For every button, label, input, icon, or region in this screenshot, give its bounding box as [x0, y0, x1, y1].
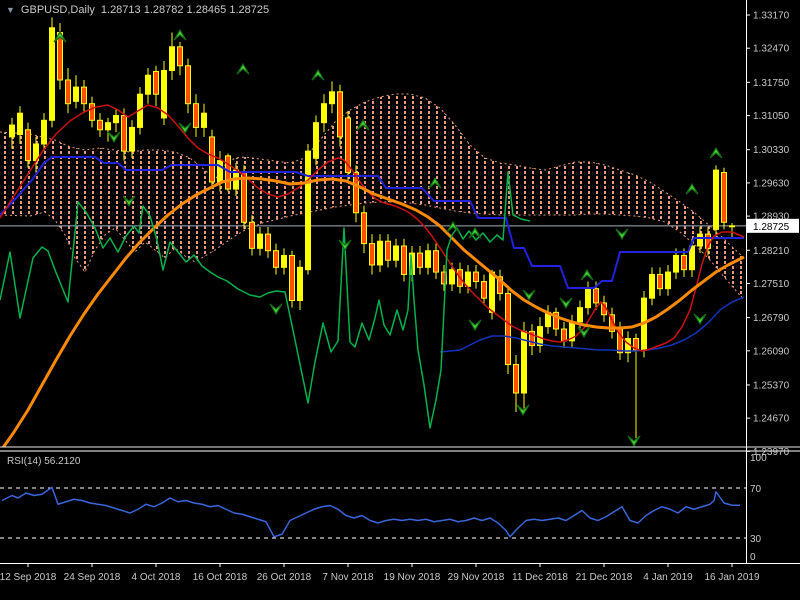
date-tick-label: 7 Nov 2018: [322, 572, 374, 583]
price-tick-label: 1.28210: [753, 246, 790, 257]
date-tick-label: 24 Sep 2018: [64, 572, 121, 583]
price-tick-label: 1.33170: [753, 11, 790, 22]
axes: [0, 0, 800, 564]
price-tick-label: 1.29630: [753, 178, 790, 189]
date-tick-label: 21 Dec 2018: [576, 572, 633, 583]
title-symbol: GBPUSD,Daily: [21, 4, 95, 16]
date-tick-label: 16 Oct 2018: [193, 572, 248, 583]
rsi-indicator-label: RSI(14) 56.2120: [7, 456, 80, 467]
price-tick-label: 1.25370: [753, 380, 790, 391]
up-arrow-icon: [581, 270, 593, 280]
up-arrow-icon: [237, 64, 249, 74]
svg-text:30: 30: [750, 534, 762, 545]
date-tick-label: 19 Nov 2018: [384, 572, 441, 583]
down-arrow-icon: [560, 298, 572, 308]
date-tick-label: 16 Jan 2019: [704, 572, 759, 583]
price-tick-label: 1.30330: [753, 145, 790, 156]
down-arrow-icon: [694, 314, 706, 324]
date-tick-label: 29 Nov 2018: [448, 572, 505, 583]
price-tick-label: 1.31750: [753, 78, 790, 89]
rsi-line: [2, 487, 740, 536]
date-tick-label: 12 Sep 2018: [0, 572, 57, 583]
svg-text:70: 70: [750, 484, 762, 495]
price-tick-label: 1.23970: [753, 447, 790, 458]
title-ohlc-values: 1.28713 1.28782 1.28465 1.28725: [101, 4, 269, 16]
down-arrow-icon: [517, 405, 529, 415]
svg-text:0: 0: [750, 552, 756, 563]
price-tick-label: 1.31050: [753, 111, 790, 122]
down-arrow-icon: [108, 132, 120, 142]
price-tick-label: 1.26090: [753, 346, 790, 357]
date-axis-labels[interactable]: 12 Sep 2018 24 Sep 2018 4 Oct 2018 16 Oct 2…: [0, 563, 760, 583]
up-arrow-icon: [312, 70, 324, 80]
down-arrow-icon: [523, 290, 535, 300]
mt4-chart-window: 10070300 1.331701.324701.317501.310501.3…: [0, 0, 800, 600]
up-arrow-icon: [174, 30, 186, 40]
date-tick-label: 11 Dec 2018: [512, 572, 568, 583]
up-arrow-icon: [447, 222, 459, 232]
chart-canvas[interactable]: 10070300 1.331701.324701.317501.310501.3…: [0, 0, 800, 600]
down-arrow-icon: [616, 229, 628, 239]
price-tick-label: 1.27510: [753, 279, 790, 290]
down-arrow-icon: [628, 436, 640, 446]
up-arrow-icon: [710, 148, 722, 158]
down-arrow-icon: [179, 123, 191, 133]
date-tick-label: 4 Oct 2018: [132, 572, 181, 583]
date-tick-label: 4 Jan 2019: [643, 572, 693, 583]
down-arrow-icon: [270, 304, 282, 314]
price-tick-label: 1.24670: [753, 414, 790, 425]
down-triangle-icon[interactable]: ▼: [6, 5, 15, 15]
price-axis-labels[interactable]: 1.33170 1.32470 1.31750 1.31050 1.30330 1.296…: [746, 11, 799, 458]
up-arrow-icon: [686, 184, 698, 194]
bid-price-tag-text: 1.28725: [753, 222, 790, 233]
rsi-panel[interactable]: 10070300: [0, 453, 767, 563]
price-tick-label: 1.26790: [753, 313, 790, 324]
price-tick-label: 1.32470: [753, 44, 790, 55]
date-tick-label: 26 Oct 2018: [257, 572, 312, 583]
down-arrow-icon: [469, 320, 481, 330]
chart-title: ▼ GBPUSD,Daily 1.28713 1.28782 1.28465 1…: [6, 4, 269, 16]
